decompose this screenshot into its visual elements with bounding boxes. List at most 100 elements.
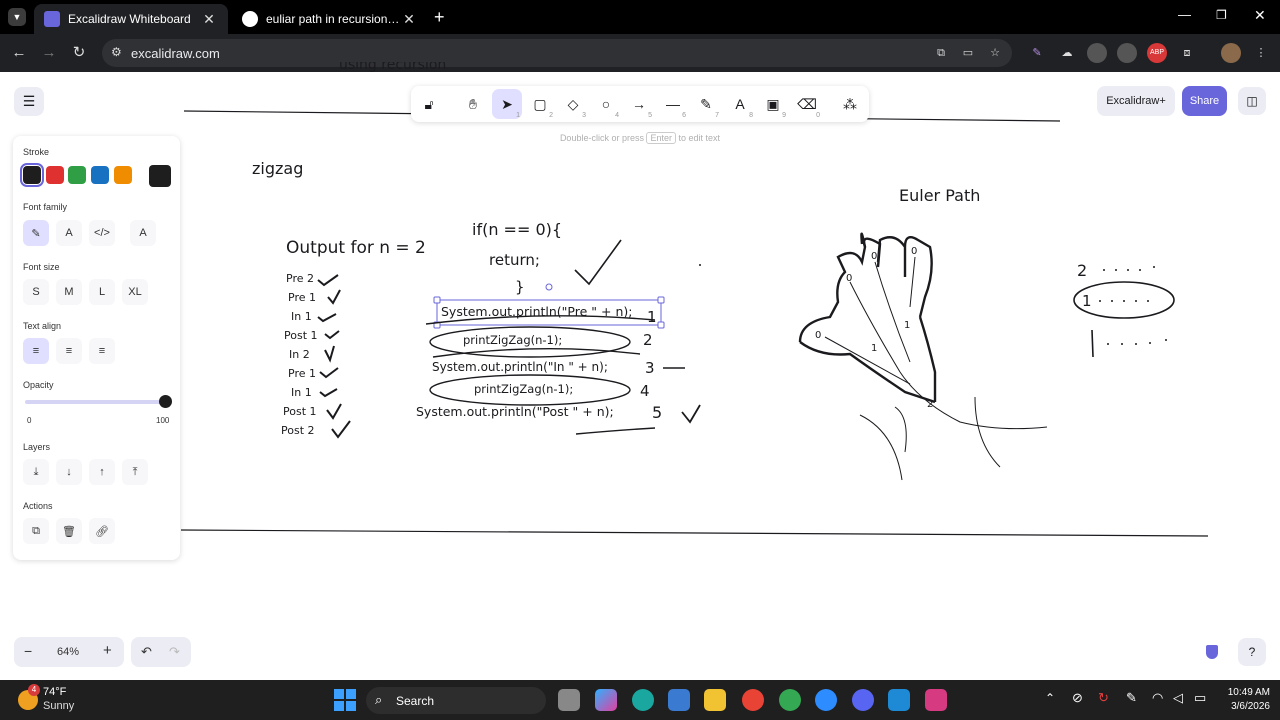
lock-tool[interactable]: 🔓︎ — [414, 89, 444, 119]
close-window-icon[interactable]: ✕ — [1254, 7, 1266, 24]
ellipse-tool[interactable]: ○ 4 — [591, 89, 621, 119]
align-center-button[interactable]: ≡ — [56, 338, 82, 364]
reload-icon[interactable]: ↻ — [68, 42, 90, 64]
tab-excalidraw[interactable]: Excalidraw Whiteboard ✕ — [34, 4, 228, 34]
profile-avatar[interactable] — [1221, 43, 1241, 63]
step-number[interactable]: 1 — [647, 308, 657, 326]
current-stroke-color[interactable] — [149, 165, 171, 187]
zoom-in-button[interactable]: + — [103, 642, 112, 659]
rectangle-tool[interactable]: ▢ 2 — [525, 89, 555, 120]
step-number[interactable]: 2 — [643, 331, 653, 349]
extension-compass-icon[interactable] — [1117, 43, 1137, 63]
main-menu-button[interactable]: ☰ — [14, 87, 44, 116]
extension-cloud-icon[interactable]: ☁ — [1057, 43, 1077, 63]
duplicate-button[interactable]: ⧉ — [23, 518, 49, 544]
open-in-app-icon[interactable]: ⧉ — [931, 43, 951, 63]
code-in[interactable]: System.out.println("In " + n); — [432, 360, 608, 374]
send-backward-button[interactable]: ↓ — [56, 459, 82, 485]
excalidraw-plus-button[interactable]: Excalidraw+ — [1097, 86, 1175, 116]
code-call1[interactable]: printZigZag(n-1); — [463, 333, 562, 347]
code-post[interactable]: System.out.println("Post " + n); — [416, 404, 614, 419]
redo-icon[interactable]: ↷ — [169, 644, 180, 660]
share-button[interactable]: Share — [1182, 86, 1227, 116]
tray-app-icon[interactable]: ⊘ — [1072, 690, 1083, 706]
eraser-tool[interactable]: ⌫ 0 — [792, 89, 822, 120]
font-size-l-button[interactable]: L — [89, 279, 115, 305]
output-title[interactable]: Output for n = 2 — [286, 238, 426, 258]
zigzag-label[interactable]: zigzag — [252, 159, 303, 178]
step-number[interactable]: 4 — [640, 382, 650, 400]
font-code-button[interactable]: </> — [89, 220, 115, 246]
draw-tool[interactable]: ✎ 7 — [691, 89, 721, 120]
cast-icon[interactable]: ▭ — [958, 43, 978, 63]
edge-icon[interactable] — [632, 689, 654, 711]
opacity-thumb[interactable] — [159, 395, 172, 408]
chrome-profile-icon[interactable] — [779, 689, 801, 711]
hand-tool[interactable]: ✋︎ — [458, 89, 488, 119]
code-close[interactable]: } — [515, 278, 525, 296]
taskbar-search[interactable]: ⌕ Search — [366, 687, 546, 714]
close-tab-icon[interactable]: ✕ — [200, 11, 218, 28]
stroke-color-black[interactable] — [20, 163, 44, 187]
discord-icon[interactable] — [852, 689, 874, 711]
tab-google[interactable]: euliar path in recursion - Google ✕ — [232, 4, 428, 34]
align-left-button[interactable]: ≡ — [23, 338, 49, 364]
clock-date[interactable]: 3/6/2026 — [1222, 701, 1270, 712]
forward-icon[interactable]: → — [38, 42, 60, 64]
undo-icon[interactable]: ↶ — [141, 644, 152, 660]
opacity-slider[interactable] — [25, 395, 172, 408]
code-return[interactable]: return; — [489, 251, 540, 269]
text-tool[interactable]: A8 — [725, 89, 755, 119]
stroke-color-blue[interactable] — [91, 166, 109, 184]
adblock-icon[interactable]: ABP — [1147, 43, 1167, 63]
step-number[interactable]: 3 — [645, 359, 655, 377]
tab-search-dropdown[interactable]: ▼ — [8, 8, 26, 26]
copilot-icon[interactable] — [595, 689, 617, 711]
volume-icon[interactable]: ◁ — [1173, 690, 1183, 706]
windows-start-icon[interactable] — [334, 689, 356, 711]
zoom-level[interactable]: 64% — [57, 646, 79, 658]
tray-pen-icon[interactable]: ✎ — [1126, 690, 1137, 706]
chrome-menu-icon[interactable]: ⋮ — [1251, 43, 1271, 63]
clock-time[interactable]: 10:49 AM — [1222, 687, 1270, 698]
minimize-icon[interactable]: — — [1178, 7, 1191, 22]
link-button[interactable]: 🔗︎ — [89, 518, 115, 544]
partial-heading[interactable]: using recursion — [339, 62, 446, 72]
sidebar-toggle-button[interactable]: ◫ — [1238, 87, 1266, 115]
stroke-color-green[interactable] — [68, 166, 86, 184]
code-if[interactable]: if(n == 0){ — [472, 220, 562, 239]
right-number[interactable]: 1 — [1082, 292, 1092, 310]
store-icon[interactable] — [668, 689, 690, 711]
code-call2[interactable]: printZigZag(n-1); — [474, 382, 573, 396]
right-number[interactable]: 2 — [1077, 261, 1087, 280]
image-tool[interactable]: ▣ 9 — [758, 89, 788, 120]
stroke-color-red[interactable] — [46, 166, 64, 184]
extension-globe-icon[interactable] — [1087, 43, 1107, 63]
font-normal-button[interactable]: A — [56, 220, 82, 246]
vscode-icon[interactable] — [888, 689, 910, 711]
euler-path-title[interactable]: Euler Path — [899, 186, 980, 205]
zoom-icon[interactable] — [815, 689, 837, 711]
font-size-m-button[interactable]: M — [56, 279, 82, 305]
font-size-s-button[interactable]: S — [23, 279, 49, 305]
tray-sync-icon[interactable]: ↻ — [1098, 690, 1109, 706]
back-icon[interactable]: ← — [8, 42, 30, 64]
tray-chevron-icon[interactable]: ⌃ — [1045, 691, 1055, 705]
address-bar[interactable]: ⚙ excalidraw.com — [102, 39, 1012, 67]
delete-button[interactable]: 🗑︎ — [56, 518, 82, 544]
step-number[interactable]: 5 — [652, 403, 662, 422]
zoom-out-button[interactable]: − — [24, 643, 32, 659]
wifi-icon[interactable]: ◠ — [1152, 690, 1163, 706]
selection-tool[interactable]: ➤ 1 — [492, 89, 522, 119]
stroke-color-orange[interactable] — [114, 166, 132, 184]
extension-pen-icon[interactable]: ✎ — [1027, 43, 1047, 63]
help-button[interactable]: ? — [1238, 638, 1266, 666]
bookmark-star-icon[interactable]: ☆ — [985, 43, 1005, 63]
file-explorer-app-icon[interactable] — [558, 689, 580, 711]
site-info-icon[interactable]: ⚙ — [111, 45, 122, 59]
extra-tools-button[interactable]: ⁂ — [835, 89, 865, 119]
extensions-puzzle-icon[interactable]: ⧈ — [1177, 43, 1197, 63]
font-hand-drawn-button[interactable]: ✎ — [23, 220, 49, 246]
close-tab-icon[interactable]: ✕ — [400, 11, 418, 28]
slack-icon[interactable] — [925, 689, 947, 711]
